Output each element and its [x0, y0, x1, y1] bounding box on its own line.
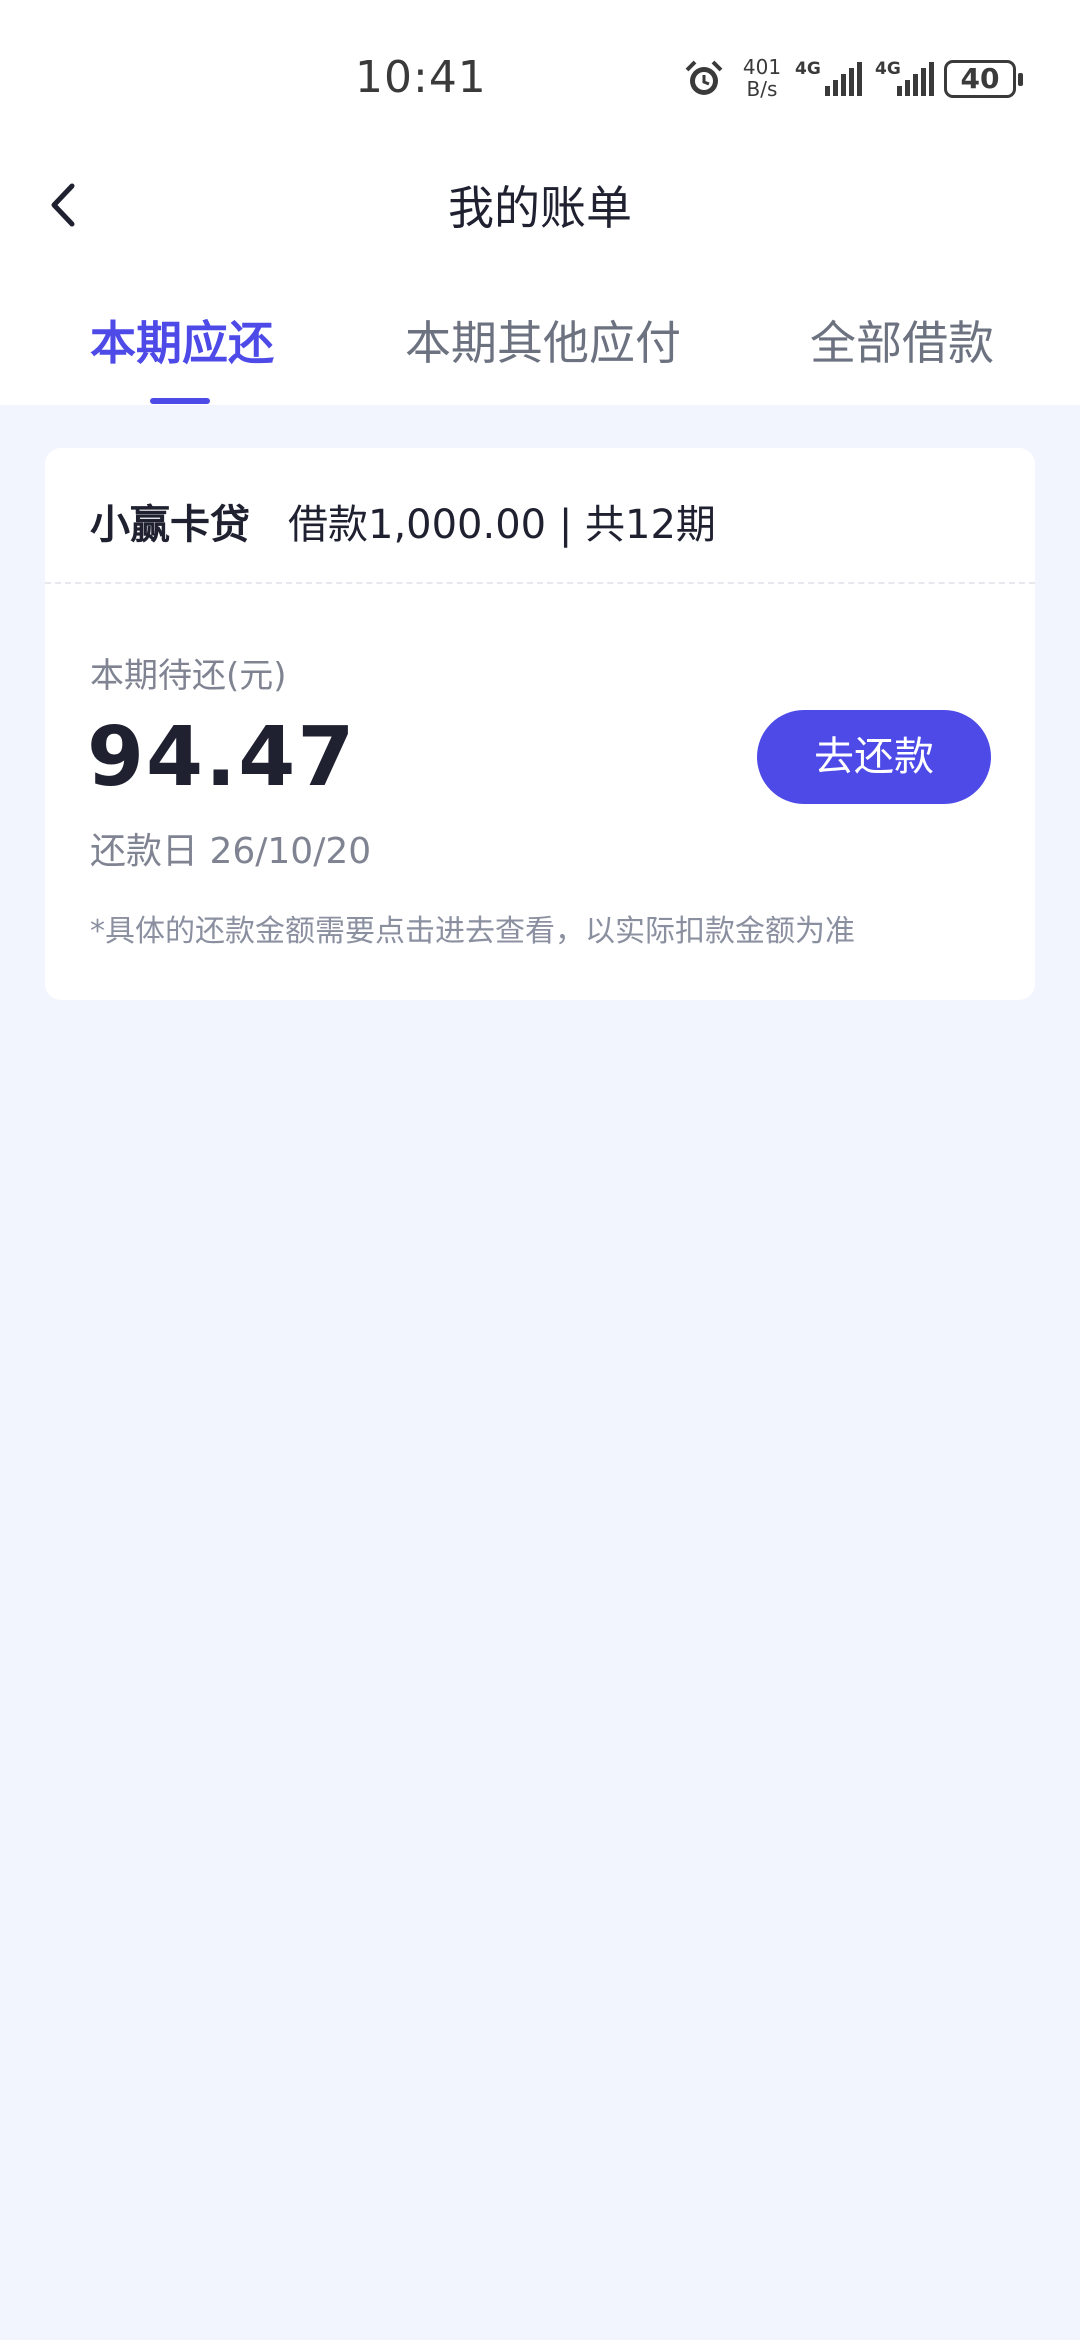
product-name: 小赢卡贷 [90, 502, 250, 548]
top-panel: 10:41 401 B/s 4G 4G 40 我的账单 本期应还 本期其他应付 … [0, 0, 1080, 405]
repay-button[interactable]: 去还款 [757, 710, 991, 804]
net-speed-unit: B/s [746, 77, 778, 101]
tab-current-due[interactable]: 本期应还 [90, 307, 274, 373]
alarm-icon [685, 60, 723, 95]
repayment-note: *具体的还款金额需要点击进去查看，以实际扣款金额为准 [90, 914, 855, 949]
signal-label: 4G [875, 59, 901, 79]
tab-other-payables[interactable]: 本期其他应付 [405, 307, 681, 373]
signal-icon: 4G [875, 59, 934, 96]
due-amount: 94.47 [87, 710, 357, 805]
status-time: 10:41 [355, 52, 487, 103]
status-bar: 10:41 401 B/s 4G 4G 40 [0, 0, 1080, 150]
signal-icon: 4G [795, 59, 862, 96]
tab-all-loans[interactable]: 全部借款 [810, 307, 994, 373]
signal-label: 4G [795, 59, 821, 79]
due-amount-label: 本期待还(元) [90, 656, 287, 696]
bill-card[interactable]: 小赢卡贷 借款1,000.00 | 共12期 本期待还(元) 94.47 去还款… [45, 448, 1035, 1000]
loan-info: 借款1,000.00 | 共12期 [288, 502, 716, 548]
net-speed-value: 401 [742, 55, 782, 79]
page-title: 我的账单 [448, 181, 632, 235]
net-speed: 401 B/s [740, 56, 784, 100]
bill-card-header: 小赢卡贷 借款1,000.00 | 共12期 [45, 448, 1035, 584]
due-date: 还款日 26/10/20 [90, 831, 372, 872]
battery-icon: 40 [944, 60, 1023, 98]
tab-active-indicator [150, 398, 210, 404]
